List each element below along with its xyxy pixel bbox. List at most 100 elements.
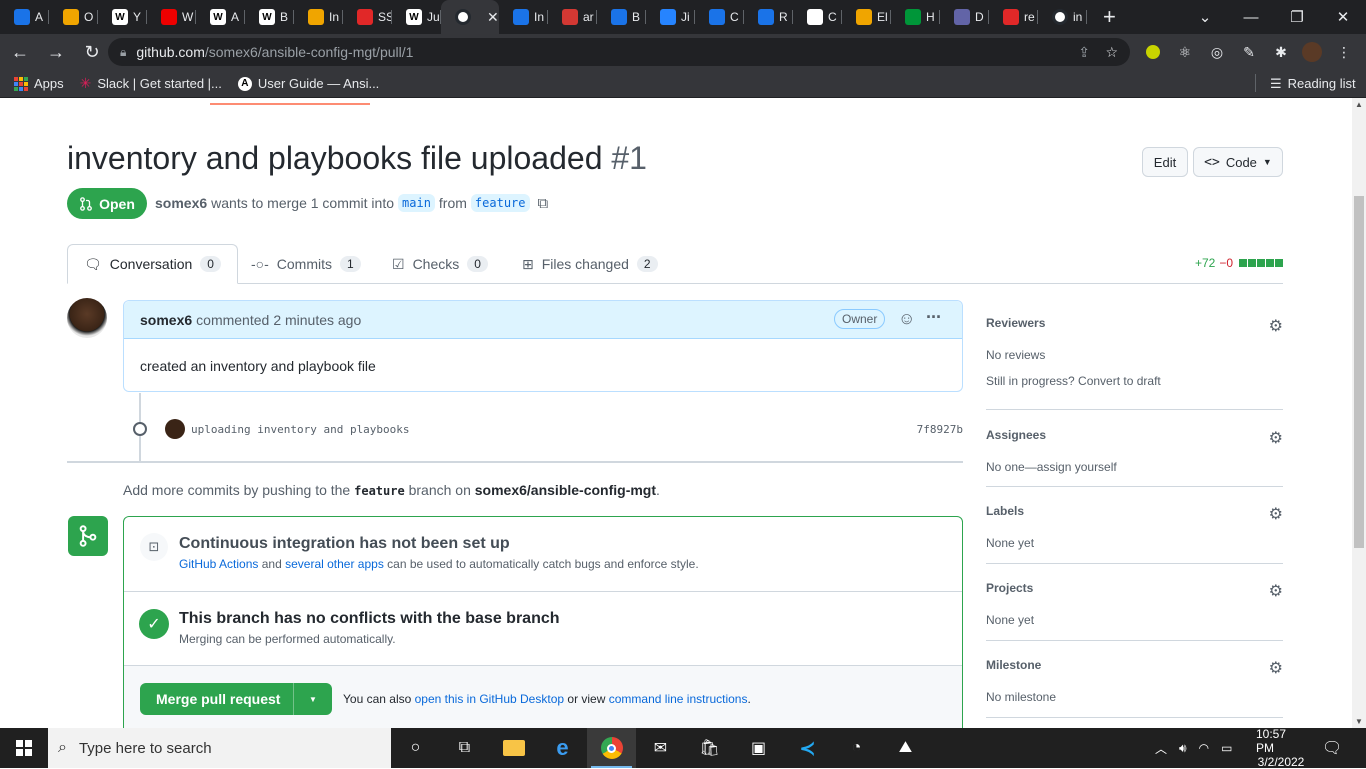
browser-tab[interactable]: ✕ [441, 0, 499, 34]
comment-author[interactable]: somex6 [140, 312, 192, 328]
file-explorer-icon[interactable] [489, 728, 538, 768]
bookmark-apps[interactable]: Apps [0, 72, 72, 96]
assign-yourself-link[interactable]: No one—assign yourself [986, 460, 1283, 474]
browser-tab[interactable]: H [891, 0, 940, 34]
browser-tab[interactable]: In [499, 0, 548, 34]
avatar[interactable] [67, 298, 107, 338]
browser-tab[interactable]: SS [343, 0, 392, 34]
tab-checks[interactable]: ☑ Checks 0 [392, 244, 488, 284]
volume-icon[interactable]: 🔊︎ [1179, 741, 1187, 756]
forward-button[interactable]: → [40, 36, 72, 68]
github-actions-link[interactable]: GitHub Actions [179, 557, 258, 571]
scroll-up-icon[interactable]: ▲ [1355, 100, 1363, 109]
commit-message[interactable]: uploading inventory and playbooks [191, 423, 410, 436]
code-dropdown-button[interactable]: <> Code ▼ [1193, 147, 1283, 177]
merge-dropdown-caret[interactable]: ▼ [293, 683, 332, 715]
notifications-icon[interactable]: 🗨︎ [1322, 728, 1342, 768]
chrome-icon[interactable] [587, 728, 636, 768]
battery-icon[interactable]: ▭ [1221, 741, 1232, 755]
extensions-puzzle-icon[interactable]: ✱ [1271, 42, 1291, 62]
clock[interactable]: 10:57 PM 3/2/2022 [1256, 727, 1306, 769]
bookmark-slack[interactable]: ✳ Slack | Get started |... [72, 72, 230, 96]
copy-icon[interactable]: ⧉ [538, 195, 549, 212]
base-branch[interactable]: main [398, 194, 435, 212]
browser-tab[interactable]: O [49, 0, 98, 34]
tab-search-chevron-icon[interactable]: ⌄ [1182, 0, 1228, 34]
extension-yellow-icon[interactable] [1143, 42, 1163, 62]
mail-icon[interactable]: ✉ [636, 728, 685, 768]
browser-tab[interactable]: R [744, 0, 793, 34]
browser-tab[interactable]: W [147, 0, 196, 34]
smiley-icon[interactable]: ☺ [898, 309, 915, 329]
browser-tab[interactable]: Ji [646, 0, 695, 34]
merge-pull-request-button[interactable]: Merge pull request ▼ [140, 683, 332, 715]
vscode-icon[interactable]: ≺ [783, 728, 832, 768]
tab-commits[interactable]: -○- Commits 1 [251, 244, 361, 284]
kebab-menu-icon[interactable]: ··· [926, 307, 942, 328]
other-apps-link[interactable]: several other apps [285, 557, 384, 571]
new-tab-button[interactable]: + [1103, 4, 1116, 30]
scroll-down-icon[interactable]: ▼ [1355, 717, 1363, 726]
head-branch[interactable]: feature [470, 194, 530, 212]
extension-target-icon[interactable]: ◎ [1207, 42, 1227, 62]
browser-tab[interactable]: re [989, 0, 1038, 34]
comment-time[interactable]: 2 minutes ago [273, 312, 361, 328]
browser-tab[interactable]: B [597, 0, 646, 34]
reload-button[interactable]: ↻ [76, 36, 108, 68]
chevron-up-icon[interactable]: ︿ [1155, 740, 1167, 757]
store-icon[interactable]: 🛍︎ [685, 728, 734, 768]
photos-icon[interactable]: ⛰ [881, 728, 930, 768]
sidebar-title[interactable]: Projects [986, 581, 1033, 601]
profile-avatar-icon[interactable] [1302, 42, 1322, 62]
sidebar-title[interactable]: Labels [986, 504, 1024, 524]
browser-tab[interactable]: WY [98, 0, 147, 34]
close-tab-icon[interactable]: ✕ [487, 9, 499, 26]
speedtest-icon[interactable]: ◔ [832, 728, 881, 768]
bookmark-ansible-guide[interactable]: A User Guide — Ansi... [230, 72, 387, 96]
github-desktop-link[interactable]: open this in GitHub Desktop [415, 692, 564, 706]
windows-start-button[interactable] [0, 728, 48, 768]
browser-tab[interactable]: C [793, 0, 842, 34]
scrollbar-thumb[interactable] [1354, 196, 1364, 548]
convert-to-draft-link[interactable]: Still in progress? Convert to draft [986, 374, 1283, 388]
browser-tab[interactable]: D [940, 0, 989, 34]
page-scrollbar[interactable]: ▲ ▼ [1352, 98, 1366, 728]
author-link[interactable]: somex6 [155, 195, 207, 211]
task-view-icon[interactable]: ⧉ [440, 728, 489, 768]
bookmark-star-icon[interactable]: ☆ [1105, 44, 1118, 61]
browser-tab[interactable]: C [695, 0, 744, 34]
browser-tab[interactable]: El [842, 0, 891, 34]
minimize-button[interactable]: — [1228, 0, 1274, 34]
react-devtools-icon[interactable]: ⚛ [1175, 42, 1195, 62]
browser-tab[interactable]: A [0, 0, 49, 34]
extension-pen-icon[interactable]: ✎ [1239, 42, 1259, 62]
commit-sha[interactable]: 7f8927b [917, 423, 963, 436]
browser-tab[interactable]: WA [196, 0, 245, 34]
close-window-button[interactable]: ✕ [1320, 0, 1366, 34]
cortana-icon[interactable]: ○ [391, 728, 440, 768]
browser-tab[interactable]: in [1038, 0, 1087, 34]
tab-conversation[interactable]: 🗨︎ Conversation 0 [67, 244, 238, 284]
back-button[interactable]: ← [4, 36, 36, 68]
wifi-icon[interactable]: ◠ [1199, 741, 1209, 755]
gear-icon[interactable]: ⚙ [1269, 428, 1283, 448]
browser-tab[interactable]: ar [548, 0, 597, 34]
gear-icon[interactable]: ⚙ [1269, 658, 1283, 678]
gear-icon[interactable]: ⚙ [1269, 316, 1283, 336]
sidebar-title[interactable]: Assignees [986, 428, 1046, 448]
chrome-menu-icon[interactable]: ⋮ [1334, 42, 1354, 62]
browser-tab[interactable]: In [294, 0, 343, 34]
gear-icon[interactable]: ⚙ [1269, 504, 1283, 524]
sidebar-title[interactable]: Milestone [986, 658, 1041, 678]
browser-tab[interactable]: WB [245, 0, 294, 34]
reading-list-button[interactable]: ☰ Reading list [1262, 72, 1364, 96]
commit-avatar[interactable] [165, 419, 185, 439]
restore-button[interactable]: ❐ [1274, 0, 1320, 34]
cli-instructions-link[interactable]: command line instructions [609, 692, 748, 706]
edge-icon[interactable]: e [538, 728, 587, 768]
share-icon[interactable]: ⇪ [1078, 44, 1090, 61]
browser-tab[interactable]: W Ju [392, 0, 441, 34]
sidebar-title[interactable]: Reviewers [986, 316, 1045, 336]
address-bar[interactable]: 🔒︎ github.com/somex6/ansible-config-mgt/… [108, 38, 1130, 66]
gear-icon[interactable]: ⚙ [1269, 581, 1283, 601]
